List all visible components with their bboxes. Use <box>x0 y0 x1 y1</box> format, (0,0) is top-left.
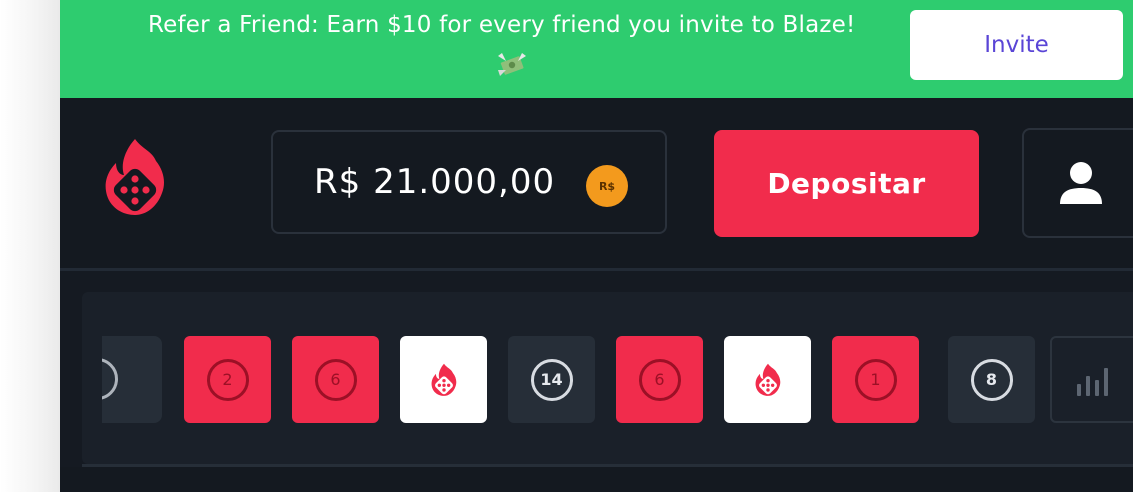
history-tile: 14 <box>508 336 595 423</box>
money-with-wings-icon <box>498 53 526 76</box>
left-margin <box>0 0 60 492</box>
tile-number: 8 <box>970 358 1013 401</box>
tile-number: 6 <box>314 358 357 401</box>
currency-coin-icon: R$ <box>586 165 628 207</box>
history-tile: 8 <box>948 336 1035 423</box>
history-tile: 1 <box>832 336 919 423</box>
tile-number: 2 <box>206 358 249 401</box>
app-window: Refer a Friend: Earn $10 for every frien… <box>60 0 1133 492</box>
tile-number: 1 <box>854 358 897 401</box>
stats-button[interactable] <box>1050 336 1133 423</box>
balance-amount: R$ 21.000,00 <box>314 162 556 202</box>
history-tile <box>400 336 487 423</box>
roll-history: 2 6 14 6 1 8 <box>82 292 1133 464</box>
history-tile <box>724 336 811 423</box>
history-tile: 2 <box>184 336 271 423</box>
blaze-logo-icon[interactable] <box>100 135 170 220</box>
bar-chart-icon <box>1077 368 1108 396</box>
referral-banner: Refer a Friend: Earn $10 for every frien… <box>60 0 1133 98</box>
profile-button[interactable] <box>1022 128 1133 238</box>
header-divider <box>60 268 1133 271</box>
invite-button[interactable]: Invite <box>910 10 1123 80</box>
blaze-dice-icon <box>755 363 780 396</box>
tile-number: 14 <box>530 358 573 401</box>
balance-display[interactable]: R$ 21.000,00 R$ <box>271 130 667 234</box>
referral-text: Refer a Friend: Earn $10 for every frien… <box>148 12 856 38</box>
history-tile-partial <box>102 336 162 423</box>
tile-number: 6 <box>638 358 681 401</box>
deposit-button[interactable]: Depositar <box>714 130 979 237</box>
history-tile: 6 <box>292 336 379 423</box>
user-icon <box>1060 162 1102 204</box>
history-tile: 6 <box>616 336 703 423</box>
blaze-dice-icon <box>431 363 456 396</box>
top-header: R$ 21.000,00 R$ Depositar <box>60 98 1133 268</box>
game-area <box>60 467 1133 492</box>
